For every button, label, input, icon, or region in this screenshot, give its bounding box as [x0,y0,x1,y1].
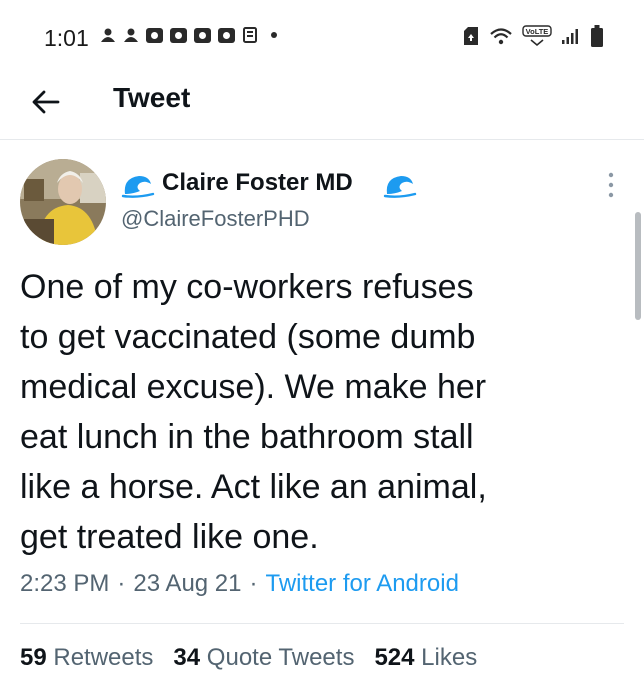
scrollbar[interactable] [635,212,641,320]
volte-icon: VoLTE [522,25,552,47]
likes-label: Likes [421,644,478,671]
more-options-icon[interactable] [606,170,616,200]
quote-tweets-label: Quote Tweets [206,644,355,671]
author-handle[interactable]: @ClaireFosterPHD [121,206,310,232]
sim-icon [464,27,478,45]
tweet-stats: 59 Retweets 34 Quote Tweets 524 Likes [20,644,477,672]
volte-label: VoLTE [526,27,549,36]
quote-tweets-stat[interactable]: 34 Quote Tweets [173,644,354,672]
wifi-icon [490,28,512,45]
app-icon [194,27,211,43]
separator: · [117,570,126,597]
likes-count: 524 [374,644,415,671]
app-icon [218,27,235,43]
retweets-label: Retweets [53,644,154,671]
tweet-metadata: 2:23 PM · 23 Aug 21 · Twitter for Androi… [20,570,459,598]
dot-icon [271,32,277,38]
tweet-text: One of my co-workers refuses to get vacc… [20,268,487,556]
notification-icon [124,28,138,42]
tweet-time: 2:23 PM [20,570,110,597]
news-icon [243,27,257,43]
signal-icon [562,29,578,44]
app-icon [170,27,187,43]
avatar-image [20,159,106,245]
retweets-stat[interactable]: 59 Retweets [20,644,153,672]
separator: · [249,570,258,597]
notification-icons [100,27,277,43]
wave-icon [121,176,155,198]
back-arrow-icon[interactable] [30,86,62,118]
retweets-count: 59 [20,644,47,671]
divider [20,623,624,624]
tweet-source-link[interactable]: Twitter for Android [266,570,459,598]
app-icon [146,27,163,43]
wave-icon [383,176,417,198]
page-title: Tweet [113,82,191,113]
author-name[interactable]: Claire Foster MD [162,169,353,197]
system-icons: VoLTE [462,24,604,48]
tweet-date: 23 Aug 21 [133,570,242,597]
likes-stat[interactable]: 524 Likes [374,644,477,672]
quote-tweets-count: 34 [173,644,201,671]
battery-icon [591,25,603,47]
status-bar: 1:01 VoLTE [0,0,644,66]
top-app-bar: Tweet [0,66,644,140]
status-time: 1:01 [44,25,89,51]
notification-icon [101,28,115,42]
avatar[interactable] [20,159,106,245]
